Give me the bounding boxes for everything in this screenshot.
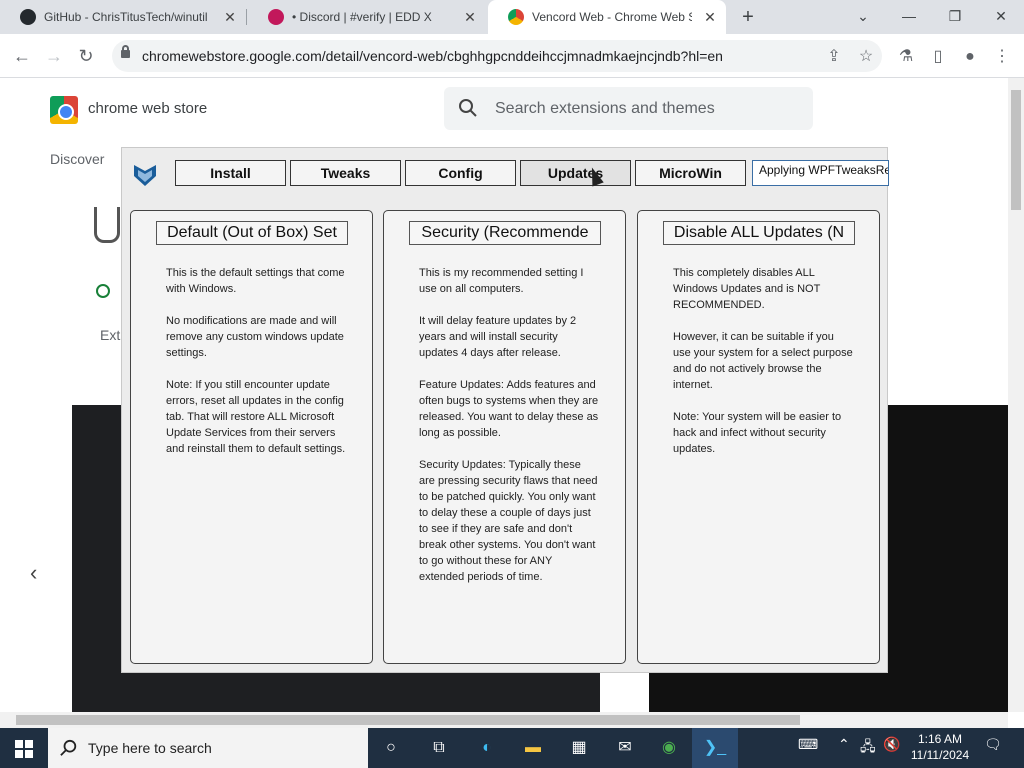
volume-muted-icon[interactable]: 🔇 — [883, 736, 900, 753]
reload-button[interactable]: ↻ — [74, 44, 98, 68]
default-updates-button[interactable]: Default (Out of Box) Set — [156, 221, 348, 245]
featured-badge-icon — [96, 284, 110, 298]
winutil-window: Install Tweaks Config Updates MicroWin A… — [121, 147, 889, 673]
forward-button[interactable]: → — [42, 44, 66, 68]
disable-updates-button[interactable]: Disable ALL Updates (N — [663, 221, 855, 245]
close-tab-icon[interactable]: ✕ — [462, 9, 478, 25]
card-description: This is my recommended setting I use on … — [419, 267, 599, 583]
lock-icon — [121, 45, 130, 58]
file-explorer-icon[interactable]: ▬ — [510, 728, 556, 768]
update-option-card: Disable ALL Updates (N This completely d… — [637, 210, 880, 664]
tab-discord[interactable]: • Discord | #verify | EDD X ✕ — [248, 0, 486, 34]
start-button[interactable] — [0, 728, 48, 768]
bookmark-star-icon[interactable]: ☆ — [857, 48, 875, 66]
powershell-icon[interactable]: ❯_ — [692, 728, 738, 768]
system-clock[interactable]: 1:16 AM 11/11/2024 — [906, 731, 974, 763]
search-placeholder: Search extensions and themes — [495, 100, 715, 117]
search-icon — [60, 739, 77, 756]
tab-vencord[interactable]: Vencord Web - Chrome Web Store ✕ — [488, 0, 726, 34]
share-icon[interactable]: ⇪ — [825, 48, 843, 66]
microsoft-store-icon[interactable]: ▦ — [556, 728, 602, 768]
show-hidden-icons-icon[interactable]: ⌃ — [838, 736, 850, 753]
tab-title: • Discord | #verify | EDD X — [292, 10, 432, 24]
extensions-icon[interactable]: ⚗ — [897, 48, 915, 66]
tab-install[interactable]: Install — [175, 160, 286, 186]
status-field: Applying WPFTweaksRe — [752, 160, 889, 186]
close-window-button[interactable]: ✕ — [978, 0, 1024, 34]
tab-updates[interactable]: Updates — [520, 160, 631, 186]
url-text: chromewebstore.google.com/detail/vencord… — [142, 48, 723, 64]
vertical-scrollbar[interactable] — [1008, 78, 1024, 712]
tab-tweaks[interactable]: Tweaks — [290, 160, 401, 186]
discord-icon — [268, 9, 284, 25]
browser-tab-bar: GitHub - ChrisTitusTech/winutil ✕ • Disc… — [0, 0, 1024, 34]
chrome-icon[interactable]: ◉ — [646, 728, 692, 768]
keyboard-icon[interactable]: ⌨ — [798, 736, 818, 753]
carousel-prev-icon[interactable]: ‹ — [30, 560, 37, 586]
update-option-card: Default (Out of Box) Set This is the def… — [130, 210, 373, 664]
restore-button[interactable]: ❐ — [932, 0, 978, 34]
search-icon — [459, 99, 477, 117]
back-button[interactable]: ← — [10, 44, 34, 68]
network-icon[interactable]: 🖧 — [860, 736, 876, 760]
extension-category-partial: Ext — [100, 327, 121, 343]
discover-link[interactable]: Discover — [50, 151, 104, 167]
update-option-card: Security (Recommende This is my recommen… — [383, 210, 626, 664]
cortana-icon[interactable]: ○ — [368, 728, 414, 768]
tab-title: GitHub - ChrisTitusTech/winutil — [44, 10, 208, 24]
tab-title: Vencord Web - Chrome Web Store — [532, 10, 692, 24]
card-description: This is the default settings that come w… — [166, 267, 346, 455]
github-icon — [20, 9, 36, 25]
profile-avatar-icon[interactable]: ● — [961, 48, 979, 66]
chrome-web-store-icon — [508, 9, 524, 25]
menu-icon[interactable]: ⋮ — [993, 48, 1011, 66]
horizontal-scrollbar[interactable] — [0, 712, 1008, 728]
address-bar[interactable]: chromewebstore.google.com/detail/vencord… — [112, 40, 882, 72]
notifications-icon[interactable]: 🗨 — [984, 736, 1002, 753]
chrome-web-store-logo[interactable] — [50, 96, 78, 124]
tab-search-icon[interactable]: ⌄ — [840, 0, 886, 34]
minimize-button[interactable]: — — [886, 0, 932, 34]
new-tab-button[interactable]: + — [737, 6, 759, 28]
browser-toolbar: ← → ↻ chromewebstore.google.com/detail/v… — [0, 34, 1024, 78]
close-tab-icon[interactable]: ✕ — [222, 9, 238, 25]
tab-config[interactable]: Config — [405, 160, 516, 186]
vencord-logo — [94, 207, 120, 243]
tab-microwin[interactable]: MicroWin — [635, 160, 746, 186]
edge-icon[interactable]: ◐ — [464, 728, 510, 768]
clock-time: 1:16 AM — [917, 732, 963, 746]
taskbar-search-placeholder: Type here to search — [88, 740, 212, 756]
store-search-input[interactable]: Search extensions and themes — [444, 87, 813, 130]
mail-icon[interactable]: ✉ — [602, 728, 648, 768]
winutil-logo-icon — [134, 165, 156, 186]
security-updates-button[interactable]: Security (Recommende — [409, 221, 601, 245]
clock-date: 11/11/2024 — [910, 748, 970, 762]
taskbar-search-input[interactable]: Type here to search — [48, 728, 368, 768]
tab-github[interactable]: GitHub - ChrisTitusTech/winutil ✕ — [0, 0, 246, 34]
task-view-icon[interactable]: ⧉ — [416, 728, 462, 768]
store-title[interactable]: chrome web store — [88, 100, 207, 117]
side-panel-icon[interactable]: ▯ — [929, 48, 947, 66]
close-tab-icon[interactable]: ✕ — [702, 9, 718, 25]
windows-taskbar: Type here to search ○ ⧉ ◐ ▬ ▦ ✉ ◉ ❯_ ⌨ ⌃… — [0, 728, 1024, 768]
card-description: This completely disables ALL Windows Upd… — [673, 267, 853, 455]
